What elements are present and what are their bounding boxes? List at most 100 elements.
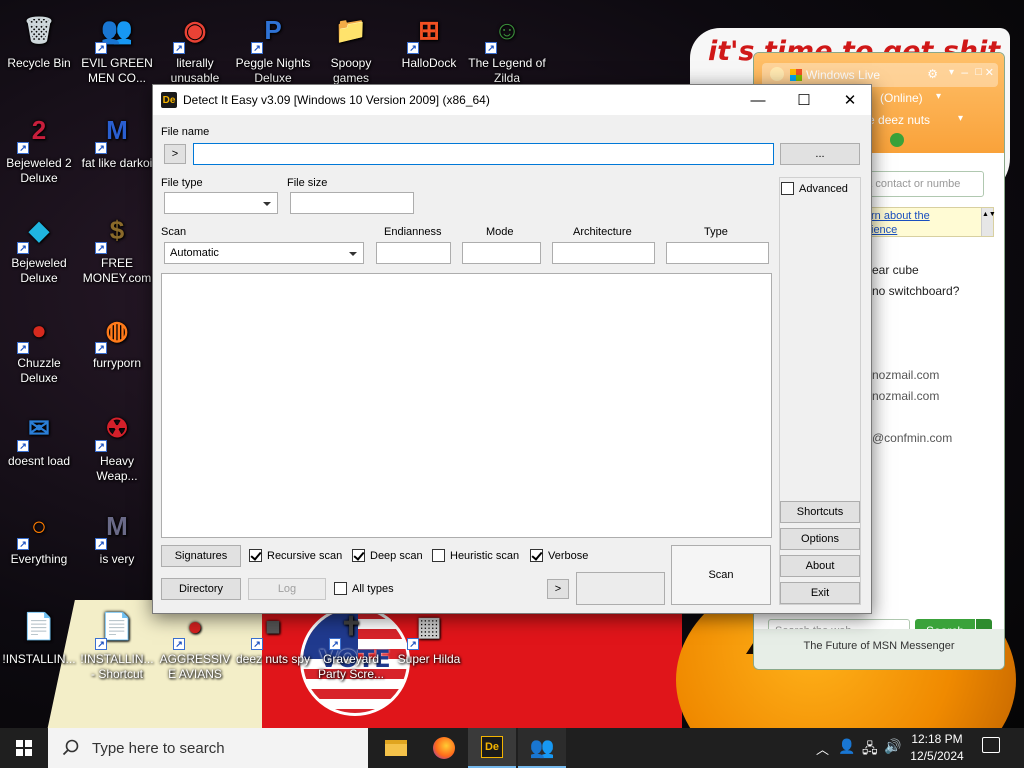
desktop-icon-evil-green-men[interactable]: 👥 ↗ EVIL GREEN MEN CO... (78, 6, 156, 86)
msn-footer: The Future of MSN Messenger (754, 629, 1004, 669)
folder-icon (385, 740, 407, 756)
verbose-label: Verbose (548, 549, 589, 562)
file-name-input[interactable] (193, 143, 774, 165)
desktop-icon-chuzzle[interactable]: ● ↗ Chuzzle Deluxe (0, 306, 78, 386)
doesnt-load-icon: ✉ ↗ (15, 404, 63, 452)
desktop-icon-installing2[interactable]: 📄 ↗ !INSTALLIN... - Shortcut (78, 602, 156, 682)
heavy-weap-icon: ☢ ↗ (93, 404, 141, 452)
desktop-icon-heavy-weap[interactable]: ☢ ↗ Heavy Weap... (78, 404, 156, 484)
advanced-label: Advanced (799, 182, 848, 195)
file-name-label: File name (161, 126, 210, 138)
desktop-icon-spoopy[interactable]: 📁 Spoopy games (312, 6, 390, 86)
about-button[interactable]: About (780, 555, 860, 577)
signatures-button[interactable]: Signatures (161, 545, 241, 567)
taskbar-firefox[interactable] (420, 728, 468, 768)
taskbar-clock[interactable]: 12:18 PM 12/5/2024 (902, 731, 972, 765)
desktop-icon-zilda[interactable]: ☺ ↗ The Legend of Zilda (468, 6, 546, 86)
msn-status-chevron-icon[interactable]: ▾ (936, 91, 941, 102)
desktop-icon-chrome[interactable]: ◉ ↗ literally unusable (156, 6, 234, 86)
network-icon[interactable]: 🖧 (862, 738, 878, 762)
desktop-icon-installing1[interactable]: 📄 !INSTALLIN... (0, 602, 78, 667)
desktop-icon-graveyard[interactable]: ✝ ↗ Graveyard Party Scre... (312, 602, 390, 682)
taskbar-file-explorer[interactable] (372, 728, 420, 768)
deep-scan-box[interactable] (352, 549, 365, 562)
shortcuts-button[interactable]: Shortcuts (780, 501, 860, 523)
options-button[interactable]: Options (780, 528, 860, 550)
exit-button[interactable]: Exit (780, 582, 860, 604)
desktop-icon-peggle[interactable]: P ↗ Peggle Nights Deluxe (234, 6, 312, 86)
all-types-checkbox[interactable]: All types (334, 582, 394, 595)
directory-button[interactable]: Directory (161, 578, 241, 600)
scan-progress-toggle[interactable]: > (547, 579, 569, 599)
desktop-icon-everything[interactable]: ○ ↗ Everything (0, 502, 78, 567)
msn-maximize-icon[interactable]: □ (975, 66, 982, 78)
desktop-icon-bejeweled2[interactable]: 2 ↗ Bejeweled 2 Deluxe (0, 106, 78, 186)
shortcut-arrow-icon: ↗ (407, 638, 419, 650)
desktop-icon-label: Spoopy games (330, 56, 372, 85)
heuristic-scan-checkbox[interactable]: Heuristic scan (432, 549, 519, 562)
scan-mode-select[interactable]: Automatic (164, 242, 364, 264)
detect-it-easy-window[interactable]: De Detect It Easy v3.09 [Windows 10 Vers… (152, 84, 872, 614)
recursive-scan-checkbox[interactable]: Recursive scan (249, 549, 342, 562)
heuristic-scan-box[interactable] (432, 549, 445, 562)
desktop-icon-label: Recycle Bin (7, 56, 71, 70)
scan-button[interactable]: Scan (671, 545, 771, 605)
msn-info-link[interactable]: rn about the (871, 210, 930, 222)
file-type-label: File type (161, 177, 203, 189)
minimize-icon[interactable]: — (735, 85, 781, 115)
taskbar-detect-it-easy[interactable]: De (468, 728, 516, 768)
msn-menu-chevron-icon[interactable]: ▾ (949, 67, 954, 78)
search-icon (62, 739, 79, 756)
contact-item[interactable]: ear cube (872, 263, 919, 277)
desktop-icon-doesnt-load[interactable]: ✉ ↗ doesnt load (0, 404, 78, 469)
mode-field (462, 242, 541, 264)
desktop-icon-aggressive-avians[interactable]: ● ↗ AGGRESSIVE AVIANS (156, 602, 234, 682)
contact-item[interactable]: no switchboard? (872, 284, 959, 298)
taskbar-search-input[interactable]: Type here to search (48, 728, 368, 768)
desktop-icon-bejeweled[interactable]: ◆ ↗ Bejeweled Deluxe (0, 206, 78, 286)
file-history-button[interactable]: > (164, 144, 186, 164)
start-button[interactable] (0, 728, 48, 768)
msn-close-icon[interactable]: ✕ (985, 66, 994, 79)
chevron-down-icon (263, 202, 271, 206)
desktop-icon-fat-like[interactable]: M ↗ fat like darkoi (78, 106, 156, 171)
verbose-box[interactable] (530, 549, 543, 562)
all-types-label: All types (352, 582, 394, 595)
show-hidden-icons-chevron-icon[interactable]: ︿ (816, 739, 829, 758)
type-label: Type (704, 226, 728, 238)
advanced-checkbox-box[interactable] (781, 182, 794, 195)
contact-item[interactable]: nozmail.com (872, 368, 939, 382)
deep-scan-checkbox[interactable]: Deep scan (352, 549, 423, 562)
desktop-icon-free-money[interactable]: $ ↗ FREE MONEY.com (78, 206, 156, 286)
contact-item[interactable]: nozmail.com (872, 389, 939, 403)
desktop-icon-recycle-bin[interactable]: 🗑 Recycle Bin (0, 6, 78, 71)
msn-info-scroll-icon[interactable]: ▲▼ (981, 208, 996, 236)
msn-minimize-icon[interactable]: – (961, 65, 968, 79)
peggle-icon: P ↗ (249, 6, 297, 54)
architecture-label: Architecture (573, 226, 632, 238)
scan-results-tree[interactable] (161, 273, 772, 538)
is-very-icon: M ↗ (93, 502, 141, 550)
msn-tray-icon[interactable]: 👤 (838, 738, 855, 755)
msn-info-link[interactable]: ience (871, 224, 897, 236)
file-type-select[interactable] (164, 192, 278, 214)
msn-status[interactable]: (Online) (880, 91, 923, 105)
all-types-box[interactable] (334, 582, 347, 595)
desktop-icon-hallodock[interactable]: ⊞ ↗ HalloDock (390, 6, 468, 71)
browse-button[interactable]: ... (780, 143, 860, 165)
maximize-icon[interactable]: ☐ (781, 85, 827, 115)
notifications-icon[interactable] (982, 737, 1000, 753)
close-icon[interactable]: ✕ (827, 85, 873, 115)
desktop-icon-furryporn[interactable]: ◍ ↗ furryporn (78, 306, 156, 371)
desktop-icon-is-very[interactable]: M ↗ is very (78, 502, 156, 567)
advanced-checkbox[interactable]: Advanced (781, 182, 848, 195)
recursive-scan-box[interactable] (249, 549, 262, 562)
verbose-checkbox[interactable]: Verbose (530, 549, 588, 562)
taskbar-msn-messenger[interactable]: 👥 (518, 728, 566, 768)
die-titlebar[interactable]: De Detect It Easy v3.09 [Windows 10 Vers… (153, 85, 871, 115)
recycle-bin-icon: 🗑 (22, 14, 56, 45)
msn-gear-icon[interactable]: ⚙ (927, 67, 938, 81)
contact-item[interactable]: @confmin.com (872, 431, 952, 445)
msn-message-chevron-icon[interactable]: ▾ (958, 113, 963, 124)
volume-icon[interactable]: 🔊 (884, 738, 901, 755)
